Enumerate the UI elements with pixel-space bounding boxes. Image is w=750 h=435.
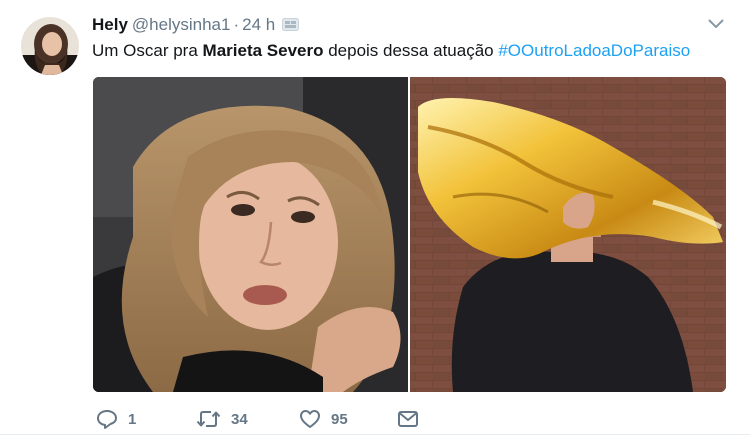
tweet-text: Um Oscar pra Marieta Severo depois dessa…	[92, 39, 690, 63]
reply-count: 1	[128, 410, 137, 428]
more-options-chevron-down-icon[interactable]	[708, 16, 724, 34]
media-right-image	[410, 77, 726, 392]
like-button[interactable]: 95	[299, 409, 397, 429]
author-handle[interactable]: @helysinha1	[132, 15, 231, 34]
tweet-header: Hely @helysinha1 · 24 h	[92, 14, 300, 37]
translator-badge-icon	[282, 15, 300, 37]
retweet-count: 34	[231, 410, 248, 428]
like-count: 95	[331, 410, 348, 428]
reply-button[interactable]: 1	[96, 409, 196, 429]
tweet-text-before: Um Oscar pra	[92, 41, 203, 60]
avatar-photo-icon	[21, 17, 79, 75]
retweet-icon	[196, 411, 221, 427]
hashtag-link[interactable]: #OOutroLadoaDoParaiso	[498, 41, 690, 60]
author-avatar[interactable]	[21, 17, 79, 75]
retweet-button[interactable]: 34	[196, 409, 299, 429]
separator-dot: ·	[233, 15, 240, 34]
heart-icon	[300, 410, 320, 428]
tweet-timestamp[interactable]: 24 h	[242, 15, 275, 34]
tweet-actions: 1 34 95	[96, 407, 419, 431]
tweet-text-middle: depois dessa atuação	[323, 41, 499, 60]
envelope-icon	[398, 411, 418, 427]
media-left-image	[93, 77, 408, 392]
tweet-card[interactable]: Hely @helysinha1 · 24 h Um Oscar pra Mariet…	[0, 0, 750, 435]
tweet-text-bold: Marieta Severo	[202, 41, 324, 60]
tweet-media[interactable]	[93, 77, 726, 392]
direct-message-button[interactable]	[397, 410, 419, 428]
author-name[interactable]: Hely	[92, 15, 128, 34]
reply-icon	[97, 410, 117, 429]
